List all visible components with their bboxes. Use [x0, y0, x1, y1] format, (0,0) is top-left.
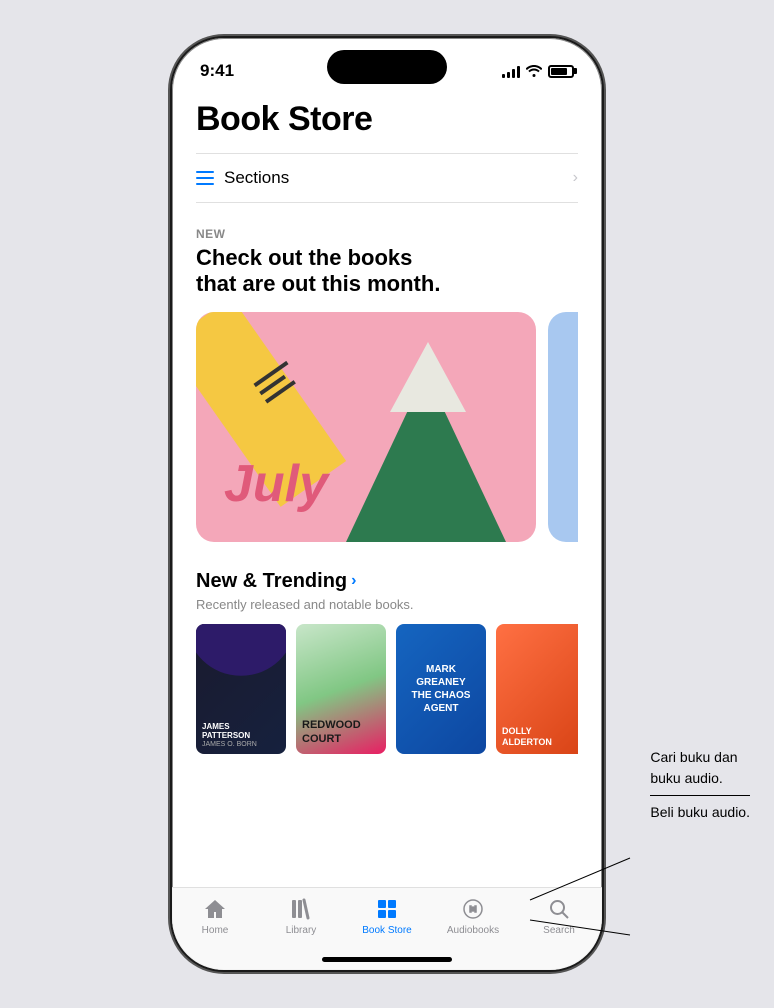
featured-section: NEW Check out the booksthat are out this…: [196, 227, 578, 542]
bookstore-icon: [374, 896, 400, 922]
banner-card-july[interactable]: July: [196, 312, 536, 542]
tab-home[interactable]: Home: [172, 896, 258, 936]
mountain-snow: [390, 342, 466, 412]
banner-card-second[interactable]: [548, 312, 578, 542]
featured-label: NEW: [196, 227, 578, 241]
tab-bookstore-label: Book Store: [362, 925, 411, 936]
page-wrapper: 9:41: [0, 0, 774, 1008]
sections-left: Sections: [196, 168, 289, 188]
tab-search-label: Search: [543, 925, 575, 936]
trending-title: New & Trending: [196, 570, 347, 593]
wifi-icon: [526, 63, 542, 80]
book-cover-redwood[interactable]: REDWOODCOURT: [296, 624, 386, 754]
tab-audiobooks-label: Audiobooks: [447, 925, 499, 936]
july-text: July: [224, 454, 328, 514]
home-indicator: [322, 957, 452, 962]
books-row: JAMESPATTERSON JAMES O. BORN REDWOODCOUR…: [196, 624, 578, 754]
sections-label: Sections: [224, 168, 289, 188]
page-title: Book Store: [196, 100, 578, 139]
book-author-1: JAMESPATTERSON: [202, 722, 280, 741]
book-title-3: MARKGREANEYTHE CHAOSAGENT: [408, 659, 475, 719]
book-title-2: REDWOODCOURT: [302, 719, 361, 745]
book-title-4: DOLLYALDERTON: [502, 726, 578, 748]
phone-frame: 9:41: [172, 38, 602, 970]
trending-arrow-icon: ›: [351, 572, 356, 590]
chevron-right-icon: ›: [573, 169, 578, 187]
book-cover-1-top: [196, 624, 286, 689]
book-cover-patterson[interactable]: JAMESPATTERSON JAMES O. BORN: [196, 624, 286, 754]
annotation-separator: [650, 795, 750, 796]
tab-audiobooks[interactable]: Audiobooks: [430, 896, 516, 936]
home-icon: [202, 896, 228, 922]
audiobooks-icon: [460, 896, 486, 922]
book-cover-alderton[interactable]: DOLLYALDERTON: [496, 624, 578, 754]
search-icon: [546, 896, 572, 922]
signal-bars-icon: [502, 64, 520, 78]
book-author-sub-1: JAMES O. BORN: [202, 741, 280, 748]
trending-subtitle: Recently released and notable books.: [196, 597, 578, 612]
tab-library[interactable]: Library: [258, 896, 344, 936]
annotations: Cari buku danbuku audio. Beli buku audio…: [650, 747, 750, 823]
trending-header[interactable]: New & Trending ›: [196, 570, 578, 593]
banner-container: July: [196, 312, 578, 542]
main-content: Book Store Sections › NEW Check out the …: [172, 90, 602, 887]
tab-bookstore[interactable]: Book Store: [344, 896, 430, 936]
dynamic-island: [327, 50, 447, 84]
annotation-1: Cari buku danbuku audio.: [650, 747, 750, 789]
battery-icon: [548, 65, 574, 78]
sections-row[interactable]: Sections ›: [196, 153, 578, 203]
library-icon: [288, 896, 314, 922]
tab-search[interactable]: Search: [516, 896, 602, 936]
status-icons: [502, 63, 574, 80]
featured-title: Check out the booksthat are out this mon…: [196, 245, 578, 298]
hamburger-icon: [196, 171, 214, 185]
trending-section: New & Trending › Recently released and n…: [196, 570, 578, 754]
tab-library-label: Library: [286, 925, 317, 936]
tab-home-label: Home: [202, 925, 229, 936]
book-cover-greaney[interactable]: MARKGREANEYTHE CHAOSAGENT: [396, 624, 486, 754]
annotation-2: Beli buku audio.: [650, 802, 750, 823]
status-time: 9:41: [200, 61, 234, 81]
